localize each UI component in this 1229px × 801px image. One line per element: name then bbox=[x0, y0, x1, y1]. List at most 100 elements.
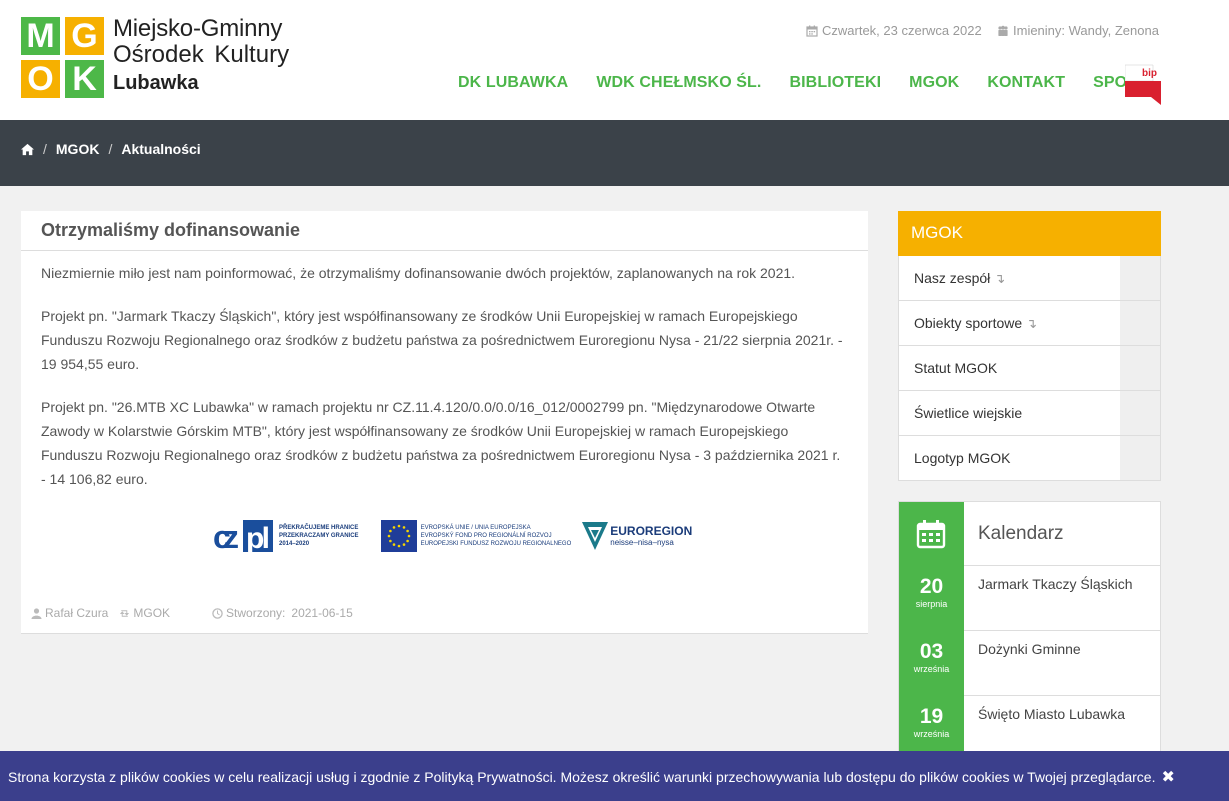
calendar-day: 19 bbox=[919, 705, 944, 728]
sidebar-item-strip bbox=[1120, 391, 1160, 435]
nav-dk-lubawka[interactable]: DK LUBAWKA bbox=[458, 74, 568, 92]
article-meta: Rafał Czura MGOK Stworzony: 2021-06-15 bbox=[31, 606, 353, 620]
sidebar-item-nasz-zespol[interactable]: Nasz zespół ↴ bbox=[898, 256, 1161, 301]
euroregion-title: EUROREGION bbox=[610, 523, 693, 538]
eu-text-line: EVROPSKÝ FOND PRO REGIONÁLNÍ ROZVOJ bbox=[420, 533, 552, 539]
breadcrumb-separator: / bbox=[108, 141, 113, 157]
calendar-date: 19 września bbox=[899, 706, 964, 740]
breadcrumb: / MGOK / Aktualności bbox=[21, 141, 201, 157]
cookie-bar: Strona korzysta z plików cookies w celu … bbox=[0, 751, 1229, 801]
calendar-date: 03 września bbox=[899, 641, 964, 675]
sidebar-item-statut[interactable]: Statut MGOK bbox=[898, 346, 1161, 391]
site-header: M G O K Miejsko-Gminny Ośrodek Kultury L… bbox=[0, 0, 1229, 120]
logo-letter-g: G bbox=[65, 17, 104, 55]
article-paragraph: Projekt pn. "Jarmark Tkaczy Śląskich", k… bbox=[41, 308, 843, 372]
sidebar-item-label: Świetlice wiejskie bbox=[914, 405, 1023, 421]
author-name: Rafał Czura bbox=[45, 606, 109, 620]
sidebar-item-label: Statut MGOK bbox=[914, 360, 998, 376]
article-author[interactable]: Rafał Czura bbox=[31, 606, 108, 620]
euroregion-logo: EUROREGION neisse–nisa–nysa bbox=[581, 520, 692, 552]
logo-letter-k: K bbox=[65, 60, 104, 98]
article-body: Niezmiernie miło jest nam poinformować, … bbox=[21, 251, 868, 491]
article-paragraph: Projekt pn. "26.MTB XC Lubawka" w ramach… bbox=[41, 399, 841, 487]
calendar-event-dozynki[interactable]: Dożynki Gminne bbox=[978, 641, 1081, 657]
czpl-text-line: 2014–2020 bbox=[279, 541, 310, 547]
sidebar-item-logotyp[interactable]: Logotyp MGOK bbox=[898, 436, 1161, 481]
sidebar-item-obiekty-sportowe[interactable]: Obiekty sportowe ↴ bbox=[898, 301, 1161, 346]
article-category[interactable]: MGOK bbox=[119, 606, 170, 620]
czpl-text-line: PŘEKRAČUJEME HRANICE bbox=[279, 525, 359, 531]
main-nav: DK LUBAWKA WDK CHEŁMSKO ŚL. BIBLIOTEKI M… bbox=[458, 74, 1177, 92]
logo-letter-o: O bbox=[21, 60, 60, 98]
logo-line3: Lubawka bbox=[113, 72, 199, 94]
svg-text:cz: cz bbox=[213, 519, 239, 553]
bip-icon: bip bbox=[1124, 64, 1161, 105]
category-name: MGOK bbox=[133, 606, 171, 620]
sidebar-item-swietlice[interactable]: Świetlice wiejskie bbox=[898, 391, 1161, 436]
calendar-month: sierpnia bbox=[915, 599, 948, 609]
nav-mgok[interactable]: MGOK bbox=[909, 74, 959, 92]
calendar-event-swieto[interactable]: Święto Miasto Lubawka bbox=[978, 706, 1125, 722]
breadcrumb-mgok[interactable]: MGOK bbox=[56, 141, 100, 157]
clock-icon bbox=[212, 607, 223, 619]
submenu-arrow-icon: ↴ bbox=[994, 271, 1006, 286]
article-created: Stworzony: 2021-06-15 bbox=[212, 606, 353, 620]
sidebar-item-strip bbox=[1120, 256, 1160, 300]
home-icon[interactable] bbox=[21, 143, 34, 156]
bip-label: bip bbox=[1142, 68, 1157, 79]
logo-text[interactable]: Miejsko-Gminny Ośrodek Kultury Lubawka bbox=[113, 16, 289, 98]
calendar-day: 20 bbox=[919, 575, 944, 598]
nav-wdk-chelmsko[interactable]: WDK CHEŁMSKO ŚL. bbox=[596, 74, 761, 92]
sidebar-item-strip bbox=[1120, 346, 1160, 390]
nameday: Imieniny: Wandy, Zenona bbox=[997, 23, 1159, 38]
close-icon[interactable]: ✖ bbox=[1161, 769, 1174, 786]
article-title: Otrzymaliśmy dofinansowanie bbox=[21, 211, 868, 251]
nav-biblioteki[interactable]: BIBLIOTEKI bbox=[789, 74, 881, 92]
nav-kontakt[interactable]: KONTAKT bbox=[987, 74, 1065, 92]
divider bbox=[964, 695, 1161, 696]
czpl-text-line: PRZEKRACZAMY GRANICE bbox=[279, 533, 359, 539]
submenu-arrow-icon: ↴ bbox=[1026, 316, 1038, 331]
bip-logo[interactable]: bip bbox=[1124, 63, 1161, 105]
cookie-text: Strona korzysta z plików cookies w celu … bbox=[8, 769, 1156, 785]
calendar-date: 20 sierpnia bbox=[899, 576, 964, 610]
divider bbox=[964, 565, 1161, 566]
calendar-icon bbox=[806, 25, 818, 37]
logo-line1: Miejsko-Gminny bbox=[113, 15, 283, 42]
current-date: Czwartek, 23 czerwca 2022 bbox=[806, 23, 982, 38]
site-logo[interactable]: M G O K bbox=[21, 17, 105, 98]
nameday-text: Imieniny: Wandy, Zenona bbox=[1013, 23, 1159, 38]
calendar-day: 03 bbox=[919, 640, 944, 663]
calendar-icon bbox=[916, 520, 946, 549]
sidebar-item-strip bbox=[1120, 436, 1160, 480]
calendar-title: Kalendarz bbox=[978, 523, 1064, 544]
breadcrumb-aktualnosci[interactable]: Aktualności bbox=[121, 141, 200, 157]
calendar-month: września bbox=[913, 729, 950, 739]
eu-logo: EVROPSKÁ UNIE / UNIA EUROPEJSKA EVROPSKÝ… bbox=[380, 520, 571, 552]
eu-text-line: EVROPSKÁ UNIE / UNIA EUROPEJSKA bbox=[420, 525, 531, 531]
created-date: 2021-06-15 bbox=[291, 606, 353, 620]
user-icon bbox=[31, 607, 42, 619]
svg-text:pl: pl bbox=[246, 522, 270, 553]
article-paragraph: Niezmiernie miło jest nam poinformować, … bbox=[41, 265, 796, 281]
logo-line2: Ośrodek Kultury bbox=[113, 41, 290, 68]
retweet-icon bbox=[120, 609, 130, 617]
sidebar-item-label: Logotyp MGOK bbox=[914, 450, 1011, 466]
logo-letter-m: M bbox=[21, 17, 60, 55]
sidebar-item-label: Obiekty sportowe bbox=[914, 315, 1023, 331]
euroregion-subtitle: neisse–nisa–nysa bbox=[610, 537, 674, 547]
divider bbox=[964, 630, 1161, 631]
sidebar-mgok: MGOK Nasz zespół ↴ Obiekty sportowe ↴ Stat… bbox=[898, 211, 1161, 481]
breadcrumb-separator: / bbox=[43, 141, 47, 157]
date-text: Czwartek, 23 czerwca 2022 bbox=[822, 23, 982, 38]
eu-flag-icon bbox=[380, 520, 417, 552]
calendar-event-jarmark[interactable]: Jarmark Tkaczy Śląskich bbox=[978, 576, 1133, 592]
sidebar-item-strip bbox=[1120, 301, 1160, 345]
calendar-widget: Kalendarz 20 sierpnia Jarmark Tkaczy Ślą… bbox=[898, 501, 1161, 762]
czpl-logo: cz pl PŘEKRAČUJEME HRANICE PRZEKRACZAMY … bbox=[213, 519, 359, 553]
czpl-mark-icon: cz pl bbox=[213, 519, 273, 553]
calendar-month: września bbox=[913, 664, 950, 674]
sidebar-item-label: Nasz zespół bbox=[914, 270, 991, 286]
article: Otrzymaliśmy dofinansowanie Niezmiernie … bbox=[21, 211, 868, 634]
funding-logos: cz pl PŘEKRAČUJEME HRANICE PRZEKRACZAMY … bbox=[213, 517, 692, 555]
